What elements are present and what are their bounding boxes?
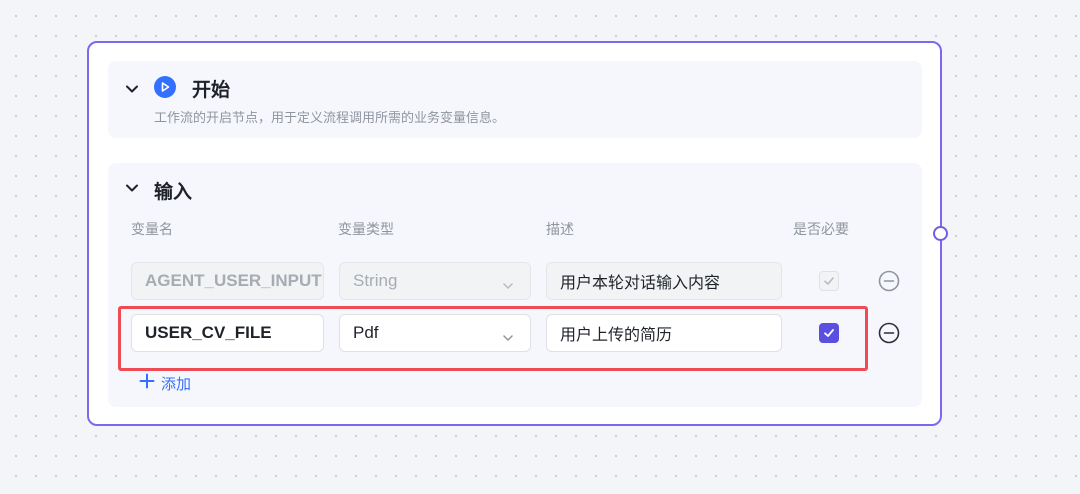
start-description: 工作流的开启节点，用于定义流程调用所需的业务变量信息。	[154, 111, 506, 126]
start-section: 开始 工作流的开启节点，用于定义流程调用所需的业务变量信息。	[108, 61, 922, 138]
variable-type-select: String	[339, 262, 531, 300]
variable-name-input: AGENT_USER_INPUT	[131, 262, 324, 300]
minus-circle-icon	[878, 322, 900, 344]
remove-row-button[interactable]	[878, 322, 900, 344]
chevron-down-icon[interactable]	[124, 81, 140, 97]
required-checkbox	[819, 271, 839, 291]
highlight-box	[118, 306, 868, 371]
column-header-type: 变量类型	[338, 222, 394, 238]
column-header-required: 是否必要	[793, 222, 849, 238]
add-variable-label: 添加	[161, 374, 192, 393]
start-title: 开始	[192, 79, 231, 101]
add-variable-button[interactable]: 添加	[139, 372, 191, 394]
column-header-description: 描述	[546, 222, 574, 238]
variable-type-value: String	[353, 271, 398, 290]
plus-icon	[139, 372, 155, 394]
chevron-down-icon[interactable]	[124, 180, 140, 196]
input-title: 输入	[154, 181, 193, 203]
remove-row-button[interactable]	[878, 270, 900, 292]
minus-circle-icon	[878, 270, 900, 292]
column-header-name: 变量名	[131, 222, 173, 238]
play-circle-icon	[154, 76, 176, 98]
check-icon	[824, 277, 834, 285]
output-port[interactable]	[933, 226, 948, 241]
variable-description-input: 用户本轮对话输入内容	[546, 262, 782, 300]
chevron-down-icon	[502, 277, 514, 290]
